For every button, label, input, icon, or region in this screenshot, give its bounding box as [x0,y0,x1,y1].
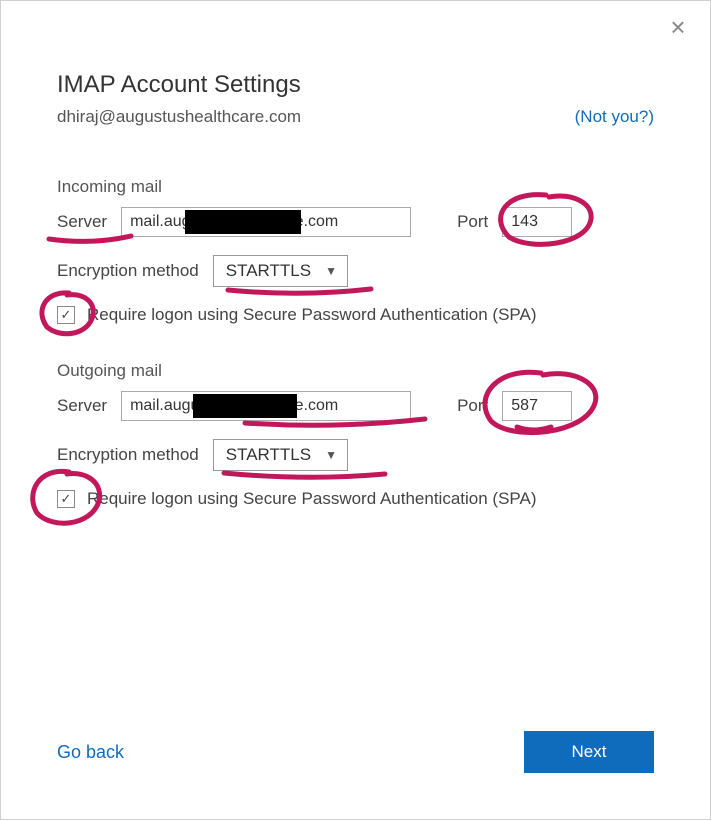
incoming-section-label: Incoming mail [57,177,654,197]
incoming-server-input[interactable] [121,207,411,237]
incoming-spa-checkbox[interactable]: ✓ [57,306,75,324]
go-back-link[interactable]: Go back [57,742,124,763]
close-icon[interactable]: × [666,17,690,41]
incoming-enc-label: Encryption method [57,261,199,281]
incoming-enc-value: STARTTLS [226,261,311,281]
outgoing-enc-select[interactable]: STARTTLS ▼ [213,439,348,471]
dialog-content: IMAP Account Settings dhiraj@augustushea… [1,1,710,585]
page-title: IMAP Account Settings [57,71,654,99]
not-you-link[interactable]: (Not you?) [575,107,654,127]
incoming-enc-select[interactable]: STARTTLS ▼ [213,255,348,287]
outgoing-spa-checkbox[interactable]: ✓ [57,490,75,508]
chevron-down-icon: ▼ [325,448,337,462]
outgoing-server-input[interactable] [121,391,411,421]
incoming-port-input[interactable] [502,207,572,237]
chevron-down-icon: ▼ [325,264,337,278]
next-button[interactable]: Next [524,731,654,773]
outgoing-port-input[interactable] [502,391,572,421]
incoming-spa-label: Require logon using Secure Password Auth… [87,305,537,325]
incoming-port-label: Port [457,212,488,232]
outgoing-spa-label: Require logon using Secure Password Auth… [87,489,537,509]
incoming-server-label: Server [57,212,107,232]
outgoing-enc-value: STARTTLS [226,445,311,465]
outgoing-section-label: Outgoing mail [57,361,654,381]
outgoing-enc-label: Encryption method [57,445,199,465]
account-email: dhiraj@augustushealthcare.com [57,107,301,127]
outgoing-server-label: Server [57,396,107,416]
outgoing-port-label: Port [457,396,488,416]
